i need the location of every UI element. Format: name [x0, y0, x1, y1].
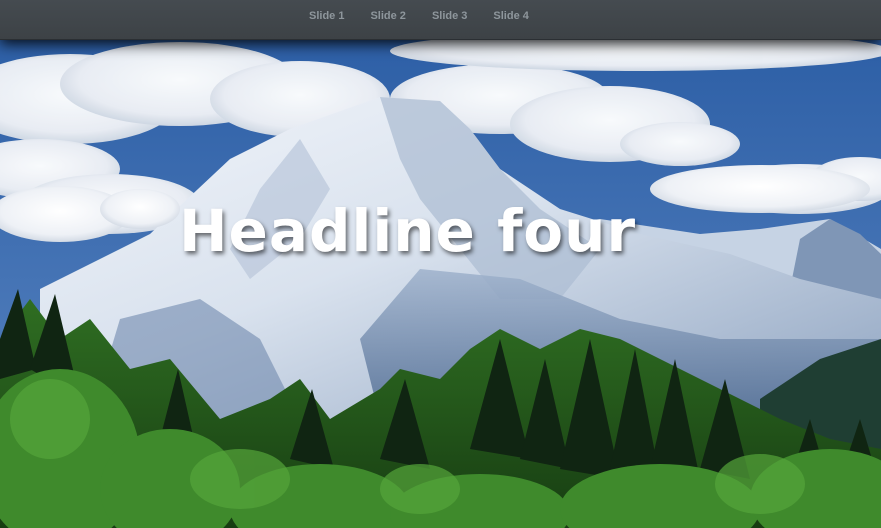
- nav-slide-4[interactable]: Slide 4: [480, 10, 541, 23]
- nav-slide-3[interactable]: Slide 3: [419, 10, 480, 23]
- top-navigation-bar: Slide 1 Slide 2 Slide 3 Slide 4: [0, 0, 881, 40]
- nav-slide-1[interactable]: Slide 1: [296, 10, 357, 23]
- mountain-landscape-image: [0, 39, 881, 528]
- nav-slide-2[interactable]: Slide 2: [357, 10, 418, 23]
- slideshow-page: Slide 1 Slide 2 Slide 3 Slide 4 Headline…: [0, 0, 881, 528]
- slide-four: Headline four: [0, 39, 881, 528]
- slide-nav: Slide 1 Slide 2 Slide 3 Slide 4: [296, 10, 542, 23]
- slide-headline: Headline four: [178, 197, 637, 265]
